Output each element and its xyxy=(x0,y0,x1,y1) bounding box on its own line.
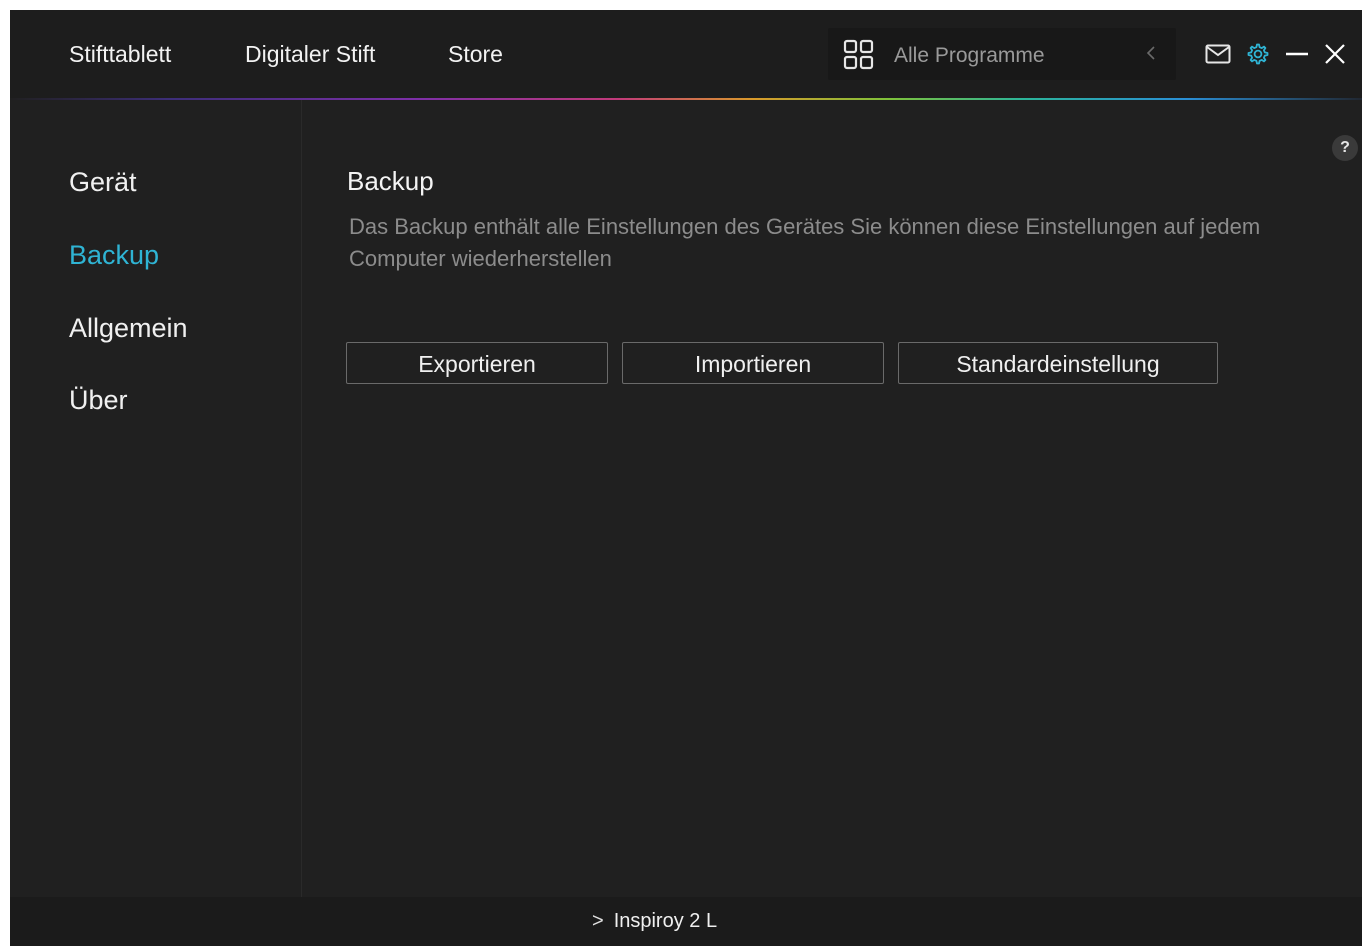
sidebar-item-ueber[interactable]: Über xyxy=(69,385,128,416)
app-grid-icon xyxy=(843,39,874,70)
main-content: ? Backup Das Backup enthält alle Einstel… xyxy=(302,100,1362,897)
help-icon[interactable]: ? xyxy=(1332,135,1358,161)
device-name: Inspiroy 2 L xyxy=(613,910,718,932)
section-title: Backup xyxy=(347,166,434,196)
close-icon[interactable] xyxy=(1324,43,1346,65)
chevron-right-icon: > xyxy=(592,910,604,932)
tab-store[interactable]: Store xyxy=(448,41,503,68)
export-button[interactable]: Exportieren xyxy=(346,342,608,384)
mail-icon[interactable] xyxy=(1205,44,1231,64)
tab-stifttablett[interactable]: Stifttablett xyxy=(69,41,171,68)
sidebar-item-allgemein[interactable]: Allgemein xyxy=(69,313,188,344)
default-settings-button[interactable]: Standardeinstellung xyxy=(898,342,1218,384)
app-selector-label: Alle Programme xyxy=(894,44,1045,67)
chevron-left-icon[interactable] xyxy=(1144,41,1158,65)
tab-digitaler-stift[interactable]: Digitaler Stift xyxy=(245,41,375,68)
device-bar: > Inspiroy 2 L xyxy=(10,897,1362,946)
sidebar-item-geraet[interactable]: Gerät xyxy=(69,167,137,198)
import-button[interactable]: Importieren xyxy=(622,342,884,384)
sidebar: Gerät Backup Allgemein Über xyxy=(10,100,302,897)
gear-icon[interactable] xyxy=(1246,42,1270,66)
app-selector-dropdown[interactable]: Alle Programme xyxy=(828,28,1176,80)
minimize-icon[interactable] xyxy=(1285,46,1309,62)
sidebar-item-backup[interactable]: Backup xyxy=(69,240,159,271)
section-description: Das Backup enthält alle Einstellungen de… xyxy=(349,214,1261,271)
app-window: Stifttablett Digitaler Stift Store Alle … xyxy=(10,10,1362,946)
title-bar: Stifttablett Digitaler Stift Store Alle … xyxy=(10,10,1362,98)
device-selector[interactable]: > Inspiroy 2 L xyxy=(592,910,717,933)
